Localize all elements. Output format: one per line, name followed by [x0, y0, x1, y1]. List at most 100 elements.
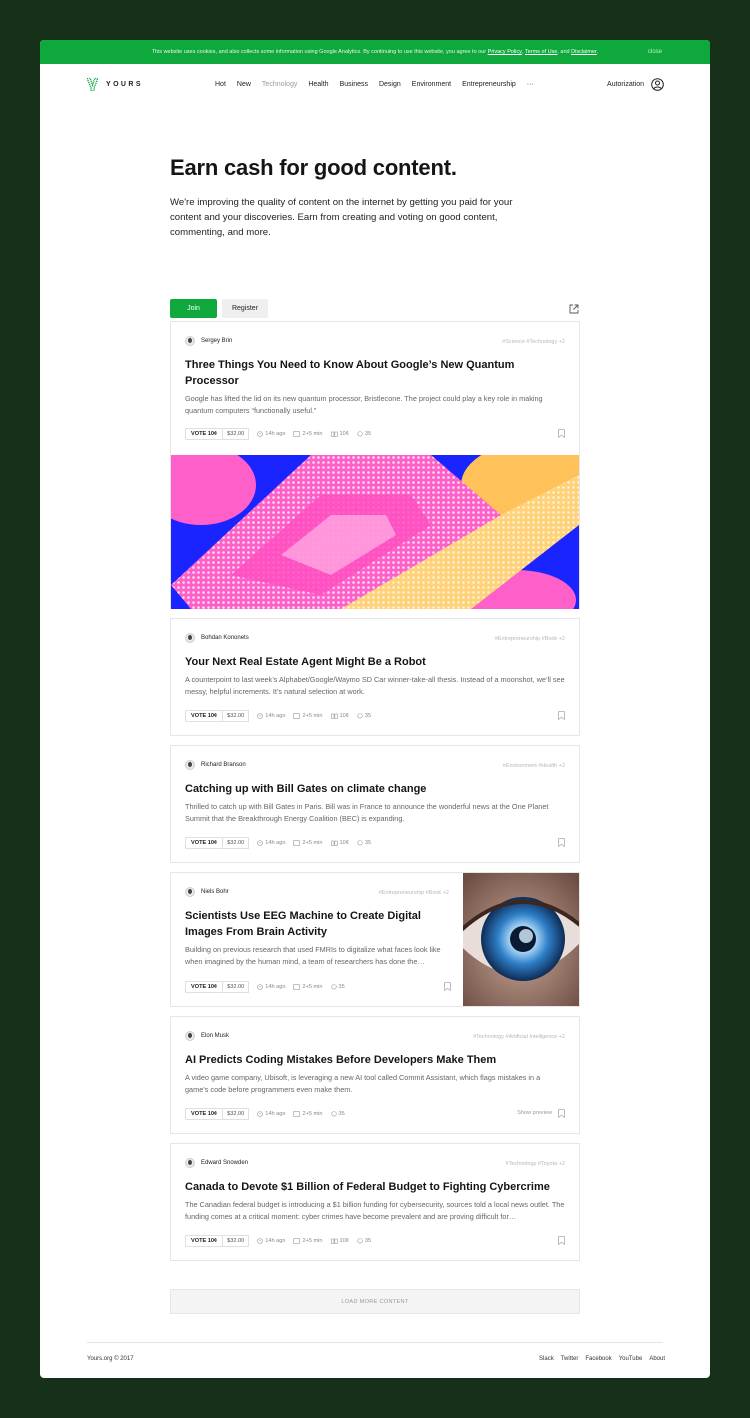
- comments-value: 35: [364, 840, 372, 846]
- disclaimer-link[interactable]: Disclaimer: [571, 49, 597, 55]
- post-author[interactable]: Edward Snowden: [185, 1158, 248, 1168]
- bookmark-icon[interactable]: [558, 429, 565, 438]
- post-price: $32.00: [223, 428, 250, 440]
- post-comments[interactable]: 35: [330, 1111, 345, 1117]
- post-author[interactable]: Niels Bohr: [185, 887, 229, 897]
- privacy-link[interactable]: Privacy Policy: [488, 49, 522, 55]
- post-meta: VOTE 10¢ $32.00 14h ago 2+5 min 35: [185, 1108, 345, 1120]
- post-description: Google has lifted the lid on its new qua…: [185, 394, 543, 415]
- bookmark-icon[interactable]: [558, 838, 565, 847]
- time-value: 14h ago: [265, 1238, 286, 1244]
- logo-icon: [87, 78, 98, 91]
- eye-image: [463, 873, 579, 1006]
- join-button[interactable]: Join: [170, 299, 217, 318]
- post-comments[interactable]: 35: [357, 431, 371, 437]
- post-comments[interactable]: 35: [357, 1238, 371, 1244]
- cookie-and: , and: [557, 49, 570, 55]
- post-tags[interactable]: #Entrepreneurship #Book +2: [379, 890, 449, 896]
- post-card[interactable]: Bohdan Kononets #Entrepreneurship #Book …: [170, 618, 580, 736]
- cookie-banner: This website uses cookies, and also coll…: [40, 40, 710, 64]
- post-author[interactable]: Elon Musk: [185, 1031, 229, 1041]
- clock-icon: [257, 984, 264, 990]
- post-card[interactable]: Niels Bohr #Entrepreneurship #Book +2 Sc…: [170, 872, 580, 1007]
- post-comments[interactable]: 35: [357, 840, 371, 846]
- coins-icon: [330, 431, 338, 437]
- post-card[interactable]: Edward Snowden #Technology #Toyota +2 Ca…: [170, 1143, 580, 1261]
- post-title[interactable]: Scientists Use EEG Machine to Create Dig…: [185, 909, 445, 940]
- post-description: Building on previous research that used …: [185, 945, 441, 966]
- footer-link-youtube[interactable]: YouTube: [619, 1356, 643, 1362]
- cookie-close-button[interactable]: close: [648, 49, 662, 55]
- vote-button[interactable]: VOTE 10¢: [185, 428, 224, 440]
- nav-item-new[interactable]: New: [237, 81, 251, 88]
- post-card[interactable]: Sergey Brin #Science #Technology +2 Thre…: [170, 321, 580, 609]
- post-title[interactable]: Canada to Devote $1 Billion of Federal B…: [185, 1180, 565, 1196]
- nav-item-design[interactable]: Design: [379, 81, 401, 88]
- nav-item-entrepreneurship[interactable]: Entrepreneurship: [462, 81, 516, 88]
- post-comments[interactable]: 35: [330, 984, 345, 990]
- post-tags[interactable]: #Environment #Health +2: [503, 763, 565, 769]
- logo-text: YOURS: [106, 81, 143, 88]
- vote-button[interactable]: VOTE 10¢: [185, 837, 224, 849]
- clock-icon: [257, 431, 264, 437]
- post-price: $32.00: [223, 981, 250, 993]
- post-time: 14h ago: [257, 1238, 285, 1244]
- post-title[interactable]: AI Predicts Coding Mistakes Before Devel…: [185, 1053, 565, 1069]
- post-author[interactable]: Bohdan Kononets: [185, 633, 249, 643]
- nav-item-technology[interactable]: Technology: [262, 81, 297, 88]
- post-time: 14h ago: [257, 1111, 285, 1117]
- post-earnings: 10¢: [330, 431, 349, 437]
- book-icon: [293, 713, 301, 719]
- time-value: 14h ago: [265, 840, 286, 846]
- footer-links: Slack Twitter Facebook YouTube About: [539, 1356, 665, 1362]
- nav-more-button[interactable]: ···: [527, 81, 534, 88]
- post-read-time: 2+5 min: [293, 840, 323, 846]
- nav-item-environment[interactable]: Environment: [412, 81, 451, 88]
- vote-button[interactable]: VOTE 10¢: [185, 1108, 224, 1120]
- post-author[interactable]: Richard Branson: [185, 760, 246, 770]
- post-tags[interactable]: #Technology #Toyota +2: [506, 1161, 565, 1167]
- post-author[interactable]: Sergey Brin: [185, 336, 232, 346]
- nav-item-business[interactable]: Business: [340, 81, 368, 88]
- footer-link-twitter[interactable]: Twitter: [561, 1356, 579, 1362]
- clock-icon: [257, 1238, 264, 1244]
- quantum-chip-image: [171, 455, 579, 609]
- nav-item-hot[interactable]: Hot: [215, 81, 226, 88]
- footer-link-about[interactable]: About: [649, 1356, 665, 1362]
- terms-link[interactable]: Terms of Use: [525, 49, 557, 55]
- comment-icon: [357, 840, 363, 846]
- vote-button[interactable]: VOTE 10¢: [185, 981, 224, 993]
- post-card[interactable]: Richard Branson #Environment #Health +2 …: [170, 745, 580, 863]
- bookmark-icon[interactable]: [558, 1109, 565, 1118]
- footer-link-facebook[interactable]: Facebook: [585, 1356, 611, 1362]
- author-name: Elon Musk: [201, 1033, 230, 1039]
- register-button[interactable]: Register: [222, 299, 268, 318]
- footer-link-slack[interactable]: Slack: [539, 1356, 554, 1362]
- post-title[interactable]: Three Things You Need to Know About Goog…: [185, 358, 545, 389]
- bookmark-icon[interactable]: [444, 982, 451, 991]
- bookmark-icon[interactable]: [558, 1236, 565, 1245]
- vote-button[interactable]: VOTE 10¢: [185, 1235, 224, 1247]
- share-icon[interactable]: [569, 304, 579, 314]
- post-tags[interactable]: #Entrepreneurship #Book +2: [495, 636, 565, 642]
- post-comments[interactable]: 35: [357, 713, 371, 719]
- comment-icon: [357, 713, 363, 719]
- post-title[interactable]: Catching up with Bill Gates on climate c…: [185, 782, 565, 798]
- post-time: 14h ago: [257, 713, 285, 719]
- time-value: 14h ago: [265, 713, 286, 719]
- bookmark-icon[interactable]: [558, 711, 565, 720]
- earn-value: 10¢: [339, 431, 349, 437]
- coins-icon: [330, 713, 338, 719]
- post-title[interactable]: Your Next Real Estate Agent Might Be a R…: [185, 655, 565, 671]
- post-card[interactable]: Elon Musk #Technology #Artificial Intell…: [170, 1016, 580, 1134]
- auth-link[interactable]: Autorization: [607, 78, 664, 91]
- post-tags[interactable]: #Science #Technology +2: [502, 339, 565, 345]
- load-more-button[interactable]: LOAD MORE CONTENT: [170, 1289, 580, 1314]
- logo[interactable]: YOURS: [87, 78, 143, 91]
- vote-button[interactable]: VOTE 10¢: [185, 710, 224, 722]
- show-preview-link[interactable]: Show preview: [517, 1110, 552, 1116]
- post-tags[interactable]: #Technology #Artificial Intelligence +2: [473, 1034, 565, 1040]
- nav-item-health[interactable]: Health: [308, 81, 328, 88]
- avatar: [185, 336, 195, 346]
- browser-window: This website uses cookies, and also coll…: [40, 40, 710, 1378]
